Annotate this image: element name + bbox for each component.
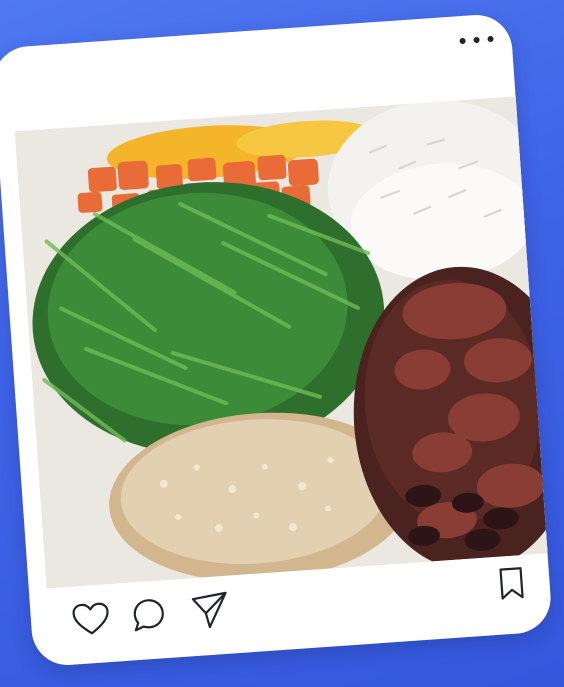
more-dot (473, 36, 480, 44)
bookmark-icon[interactable] (490, 563, 533, 606)
food-illustration (14, 95, 553, 589)
comment-icon[interactable] (128, 594, 171, 637)
more-dot (487, 35, 494, 43)
heart-icon-graphic (72, 602, 109, 635)
bookmark-icon-graphic (499, 567, 524, 600)
post-card (0, 12, 553, 668)
more-options-icon[interactable] (459, 32, 494, 48)
comment-icon-graphic (133, 599, 164, 632)
post-image[interactable] (14, 95, 553, 589)
send-icon-graphic (191, 591, 227, 629)
more-dot (459, 37, 466, 45)
send-icon[interactable] (189, 590, 232, 633)
heart-icon[interactable] (70, 598, 113, 641)
